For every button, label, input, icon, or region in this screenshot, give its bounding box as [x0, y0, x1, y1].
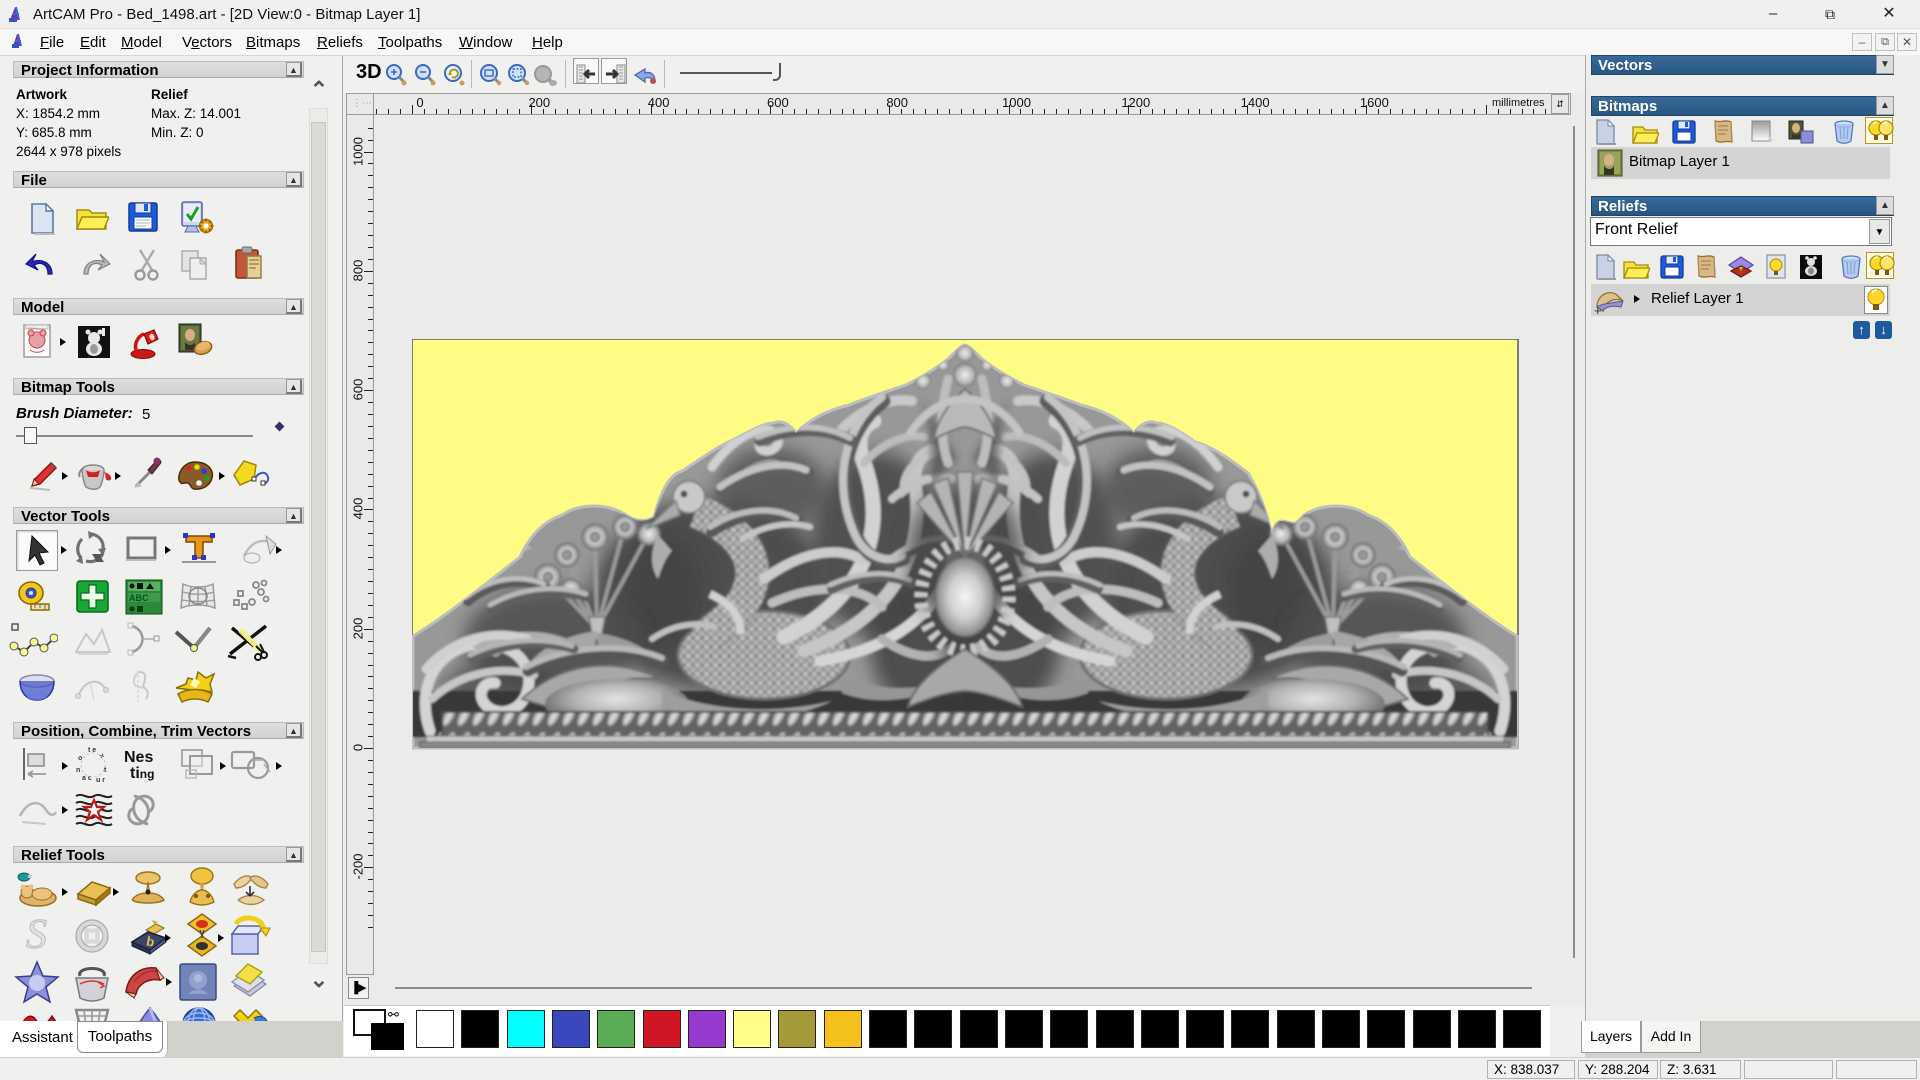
- svg-text:u r: u r: [96, 777, 105, 784]
- svg-text:n: n: [76, 767, 80, 774]
- svg-text:ting: ting: [130, 765, 154, 782]
- svg-text:ABC: ABC: [129, 593, 149, 603]
- svg-text:S: S: [26, 912, 47, 956]
- svg-text:Nes: Nes: [124, 749, 153, 766]
- svg-text:o: o: [76, 754, 84, 762]
- svg-text:+: +: [1594, 303, 1602, 317]
- svg-text:a c: a c: [82, 775, 92, 782]
- svg-text:t: t: [104, 767, 107, 774]
